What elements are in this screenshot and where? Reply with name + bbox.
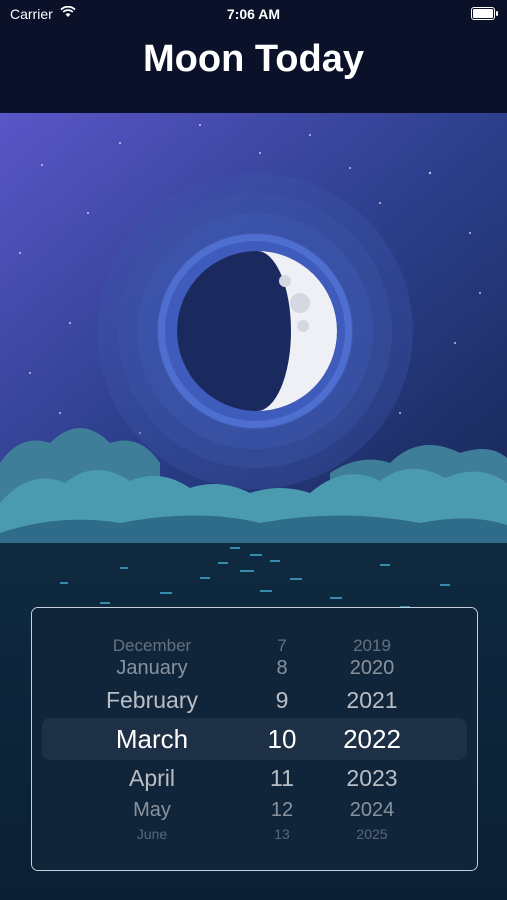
month-option[interactable]: February xyxy=(72,687,232,714)
date-picker[interactable]: December January February March April Ma… xyxy=(31,607,478,871)
day-option[interactable]: 7 xyxy=(254,636,310,656)
app-header: Moon Today xyxy=(0,28,507,113)
status-time: 7:06 AM xyxy=(226,6,281,22)
status-bar: Carrier 7:06 AM xyxy=(0,0,507,28)
year-option[interactable]: 2019 xyxy=(327,636,417,656)
year-option[interactable]: 2025 xyxy=(327,826,417,842)
month-wheel[interactable]: December January February March April Ma… xyxy=(72,608,232,870)
waxing-moon-icon xyxy=(177,251,337,411)
day-option[interactable]: 12 xyxy=(254,799,310,822)
day-option[interactable]: 11 xyxy=(254,765,310,792)
year-option-selected[interactable]: 2022 xyxy=(327,724,417,755)
day-option[interactable]: 13 xyxy=(254,826,310,842)
day-wheel[interactable]: 7 8 9 10 11 12 13 xyxy=(254,608,310,870)
day-option-selected[interactable]: 10 xyxy=(254,724,310,755)
month-option[interactable]: December xyxy=(72,636,232,656)
moon-scene xyxy=(0,113,507,543)
month-option-selected[interactable]: March xyxy=(72,724,232,755)
battery-icon xyxy=(471,7,498,20)
year-wheel[interactable]: 2019 2020 2021 2022 2023 2024 2025 xyxy=(327,608,417,870)
day-option[interactable]: 9 xyxy=(254,687,310,714)
month-option[interactable]: June xyxy=(72,826,232,842)
year-option[interactable]: 2024 xyxy=(327,799,417,822)
year-option[interactable]: 2020 xyxy=(327,657,417,680)
page-title: Moon Today xyxy=(143,38,364,80)
month-option[interactable]: April xyxy=(72,765,232,792)
day-option[interactable]: 8 xyxy=(254,657,310,680)
year-option[interactable]: 2023 xyxy=(327,765,417,792)
month-option[interactable]: May xyxy=(72,799,232,822)
year-option[interactable]: 2021 xyxy=(327,687,417,714)
month-option[interactable]: January xyxy=(72,657,232,680)
